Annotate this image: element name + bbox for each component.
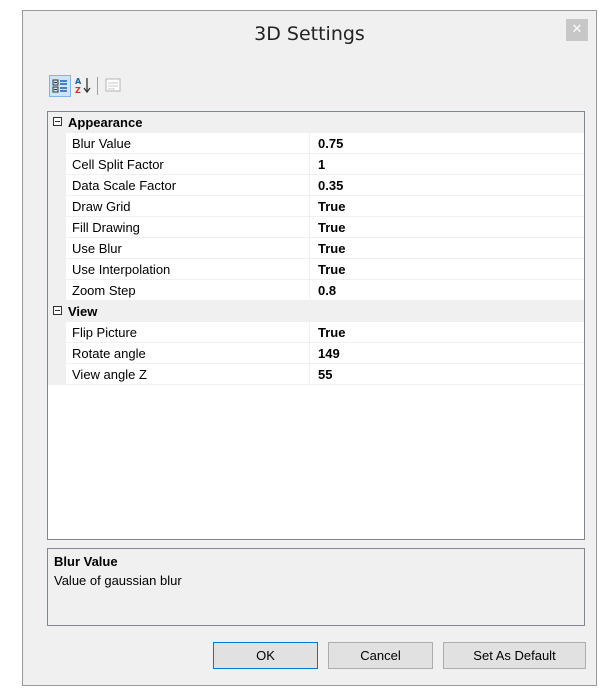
property-grid-toolbar: A Z (49, 75, 569, 99)
close-button[interactable]: ✕ (566, 19, 588, 41)
categorized-view-button[interactable] (49, 75, 71, 97)
property-pages-button[interactable] (103, 75, 125, 97)
property-pages-icon (105, 78, 121, 92)
property-value[interactable]: 0.75 (318, 136, 343, 151)
property-row[interactable]: Cell Split Factor 1 (48, 154, 584, 175)
property-name: Fill Drawing (72, 220, 140, 235)
category-label: Appearance (68, 115, 143, 130)
category-view[interactable]: View (48, 301, 584, 322)
cancel-button[interactable]: Cancel (328, 642, 433, 669)
toolbar-separator (97, 77, 98, 95)
property-name: Use Interpolation (72, 262, 171, 277)
property-row[interactable]: Data Scale Factor 0.35 (48, 175, 584, 196)
description-title: Blur Value (54, 554, 118, 569)
property-value[interactable]: True (318, 325, 345, 340)
svg-text:A: A (75, 77, 82, 86)
property-name: Rotate angle (72, 346, 146, 361)
property-value[interactable]: 55 (318, 367, 332, 382)
property-name: Use Blur (72, 241, 122, 256)
property-row[interactable]: Rotate angle 149 (48, 343, 584, 364)
property-row[interactable]: Fill Drawing True (48, 217, 584, 238)
property-value[interactable]: 0.8 (318, 283, 336, 298)
property-name: Data Scale Factor (72, 178, 177, 193)
property-name: View angle Z (72, 367, 147, 382)
property-row[interactable]: Flip Picture True (48, 322, 584, 343)
property-name: Blur Value (72, 136, 132, 151)
close-icon: ✕ (571, 22, 583, 37)
set-as-default-button[interactable]: Set As Default (443, 642, 586, 669)
property-grid[interactable]: Appearance Blur Value 0.75 Cell Split Fac… (47, 111, 585, 540)
categorized-icon (52, 79, 67, 93)
property-value[interactable]: 1 (318, 157, 325, 172)
category-label: View (68, 304, 98, 319)
ok-button[interactable]: OK (213, 642, 318, 669)
property-name: Cell Split Factor (72, 157, 164, 172)
alphabetical-icon: A Z (75, 77, 91, 95)
collapse-icon[interactable] (53, 117, 62, 126)
property-row[interactable]: Zoom Step 0.8 (48, 280, 584, 301)
property-value[interactable]: True (318, 220, 345, 235)
property-value[interactable]: True (318, 199, 345, 214)
category-appearance[interactable]: Appearance (48, 112, 584, 133)
property-row[interactable]: Draw Grid True (48, 196, 584, 217)
property-name: Zoom Step (72, 283, 136, 298)
property-row[interactable]: Use Blur True (48, 238, 584, 259)
description-panel: Blur Value Value of gaussian blur (47, 548, 585, 626)
property-row[interactable]: View angle Z 55 (48, 364, 584, 385)
property-value[interactable]: True (318, 262, 345, 277)
alphabetical-view-button[interactable]: A Z (73, 75, 95, 97)
property-value[interactable]: 0.35 (318, 178, 343, 193)
settings-dialog: 3D Settings ✕ A Z Appearance Blur Value … (22, 10, 597, 686)
collapse-icon[interactable] (53, 306, 62, 315)
property-value[interactable]: 149 (318, 346, 340, 361)
property-value[interactable]: True (318, 241, 345, 256)
title-bar[interactable]: 3D Settings ✕ (23, 11, 596, 59)
property-row[interactable]: Use Interpolation True (48, 259, 584, 280)
property-name: Draw Grid (72, 199, 131, 214)
svg-text:Z: Z (75, 86, 81, 95)
dialog-title: 3D Settings (254, 23, 365, 45)
description-text: Value of gaussian blur (54, 573, 182, 588)
property-name: Flip Picture (72, 325, 138, 340)
property-row[interactable]: Blur Value 0.75 (48, 133, 584, 154)
